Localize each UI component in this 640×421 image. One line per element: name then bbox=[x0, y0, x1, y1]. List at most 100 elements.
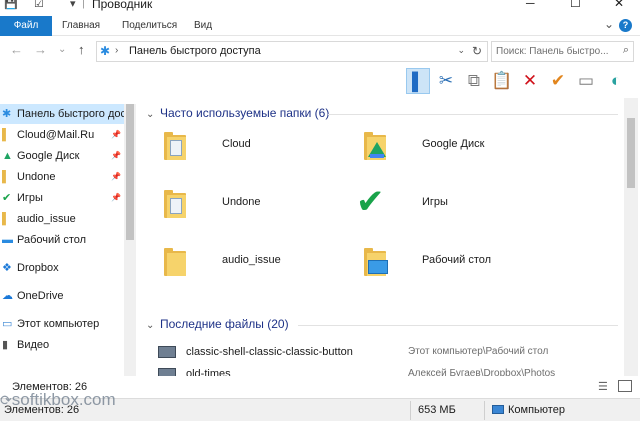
recent-locations-button[interactable]: ⌄ bbox=[58, 44, 66, 55]
maximize-button[interactable]: ☐ bbox=[570, 0, 581, 10]
recent-file-name: classic-shell-classic-classic-button bbox=[186, 346, 353, 358]
layout-pane-button[interactable]: ▌ bbox=[406, 68, 430, 94]
title-bar: 💾 ☑ ▾ | Проводник ─ ☐ ✕ bbox=[0, 0, 640, 14]
nav-item-10[interactable]: ▮ Видео bbox=[0, 335, 124, 355]
nav-item-icon: ▭ bbox=[2, 318, 13, 330]
nav-item-label: Cloud@Mail.Ru bbox=[17, 129, 95, 141]
search-icon[interactable]: ⌕ bbox=[623, 44, 629, 57]
save-icon[interactable]: 💾 bbox=[4, 0, 18, 10]
disk-size: 653 МБ bbox=[418, 404, 456, 416]
breadcrumb-separator[interactable]: › bbox=[115, 45, 118, 56]
frequent-collapse-icon[interactable]: ⌄ bbox=[146, 109, 160, 120]
folder-name: Google Диск bbox=[422, 138, 485, 150]
recent-files-header[interactable]: ⌄ Последние файлы (20) bbox=[146, 317, 289, 331]
folder-name: Undone bbox=[222, 196, 261, 208]
large-icons-view-icon[interactable] bbox=[618, 380, 632, 392]
properties-button[interactable]: ▭ bbox=[574, 68, 598, 94]
folder-name: Cloud bbox=[222, 138, 251, 150]
image-file-icon bbox=[158, 346, 176, 358]
folder-tile[interactable]: ✔ Игры bbox=[356, 183, 556, 242]
nav-item-1[interactable]: ▌ Cloud@Mail.Ru 📌 bbox=[0, 125, 124, 145]
settings-button[interactable]: ◐ bbox=[604, 68, 628, 94]
nav-item-label: OneDrive bbox=[17, 290, 64, 302]
desktop-icon bbox=[368, 260, 388, 274]
content-scroll-thumb[interactable] bbox=[627, 118, 635, 188]
up-button[interactable]: ↑ bbox=[78, 42, 85, 57]
navigation-pane: ✱Панель быстрого доступа▌Cloud@Mail.Ru📌▲… bbox=[0, 104, 124, 376]
folder-tile[interactable]: audio_issue bbox=[156, 244, 356, 300]
recent-files-title: Последние файлы (20) bbox=[160, 317, 289, 331]
navigation-scrollbar[interactable] bbox=[124, 104, 136, 376]
copy-button[interactable]: ⧉ bbox=[462, 68, 486, 94]
quick-access-dropdown-icon[interactable]: ▾ bbox=[70, 0, 76, 10]
properties-check-icon[interactable]: ☑ bbox=[34, 0, 44, 10]
nav-item-icon: ▌ bbox=[2, 129, 10, 141]
document-overlay-icon bbox=[170, 140, 182, 156]
group-divider bbox=[298, 325, 618, 326]
nav-item-icon: ☁ bbox=[2, 290, 13, 302]
recent-file-path: Этот компьютер\Рабочий стол bbox=[408, 346, 549, 357]
folder-icon bbox=[164, 248, 186, 276]
close-button[interactable]: ✕ bbox=[614, 0, 624, 10]
google-drive-icon-base bbox=[370, 154, 384, 158]
ribbon-collapse-icon[interactable]: ⌄ bbox=[604, 17, 614, 31]
pin-icon[interactable]: 📌 bbox=[111, 146, 121, 166]
nav-item-icon: ✔ bbox=[2, 192, 12, 204]
delete-button[interactable]: ✕ bbox=[518, 68, 542, 94]
nav-item-label: Панель быстрого доступа bbox=[17, 108, 124, 120]
select-check-button[interactable]: ✔ bbox=[546, 68, 570, 94]
folder-tile[interactable]: Google Диск bbox=[356, 128, 556, 184]
recent-file-row[interactable]: old-times Алексей Бугаев\Dropbox\Photos bbox=[158, 366, 618, 376]
pin-icon[interactable]: 📌 bbox=[111, 167, 121, 187]
folder-name: audio_issue bbox=[222, 254, 281, 266]
breadcrumb[interactable]: Панель быстрого доступа bbox=[129, 45, 261, 57]
nav-item-5[interactable]: ▌ audio_issue bbox=[0, 209, 124, 229]
recent-collapse-icon[interactable]: ⌄ bbox=[146, 320, 160, 331]
address-bar[interactable]: ✱ › Панель быстрого доступа ⌄ ↻ bbox=[96, 41, 488, 62]
computer-label: Компьютер bbox=[508, 404, 565, 416]
address-row: ← → ⌄ ↑ ✱ › Панель быстрого доступа ⌄ ↻ … bbox=[0, 37, 640, 65]
recent-file-row[interactable]: classic-shell-classic-classic-button Этот… bbox=[158, 344, 618, 362]
details-view-icon[interactable]: ☰ bbox=[598, 380, 608, 393]
refresh-icon[interactable]: ↻ bbox=[472, 44, 482, 58]
forward-button[interactable]: → bbox=[34, 42, 47, 57]
frequent-folders-header[interactable]: ⌄ Часто используемые папки (6) bbox=[146, 106, 329, 120]
pin-icon[interactable]: 📌 bbox=[111, 125, 121, 145]
nav-item-8[interactable]: ☁ OneDrive bbox=[0, 286, 124, 306]
nav-item-9[interactable]: ▭ Этот компьютер bbox=[0, 314, 124, 334]
content-area: ⌄ Часто используемые папки (6) Cloud Googl… bbox=[138, 98, 622, 376]
watermark-icon: ⟳ bbox=[0, 392, 12, 408]
paste-button[interactable]: 📋 bbox=[490, 68, 514, 94]
nav-item-0[interactable]: ✱ Панель быстрого доступа bbox=[0, 104, 124, 124]
tab-home[interactable]: Главная bbox=[62, 17, 100, 35]
nav-item-label: Игры bbox=[17, 192, 43, 204]
nav-item-6[interactable]: ▬ Рабочий стол bbox=[0, 230, 124, 250]
back-button[interactable]: ← bbox=[10, 42, 23, 57]
nav-item-icon: ▲ bbox=[2, 150, 13, 162]
watermark-text: softikbox.com bbox=[11, 390, 116, 409]
folder-tile[interactable]: Cloud bbox=[156, 128, 356, 184]
pin-icon[interactable]: 📌 bbox=[111, 188, 121, 208]
nav-item-label: audio_issue bbox=[17, 213, 76, 225]
folder-name: Рабочий стол bbox=[422, 254, 492, 266]
navigation-scroll-thumb[interactable] bbox=[126, 104, 134, 240]
folder-tile[interactable]: Undone bbox=[156, 186, 356, 242]
nav-item-4[interactable]: ✔ Игры 📌 bbox=[0, 188, 124, 208]
nav-item-icon: ▌ bbox=[2, 171, 10, 183]
nav-item-2[interactable]: ▲ Google Диск 📌 bbox=[0, 146, 124, 166]
nav-item-label: Этот компьютер bbox=[17, 318, 100, 330]
help-icon[interactable]: ? bbox=[619, 19, 632, 32]
nav-item-3[interactable]: ▌ Undone 📌 bbox=[0, 167, 124, 187]
minimize-button[interactable]: ─ bbox=[526, 0, 535, 10]
content-scrollbar[interactable] bbox=[624, 98, 638, 376]
tab-file[interactable]: Файл bbox=[0, 16, 52, 36]
cut-button[interactable]: ✂ bbox=[434, 68, 458, 94]
folder-tile[interactable]: Рабочий стол bbox=[356, 244, 556, 300]
nav-item-7[interactable]: ❖ Dropbox bbox=[0, 258, 124, 278]
nav-item-label: Видео bbox=[17, 339, 50, 351]
tab-share[interactable]: Поделиться bbox=[122, 17, 177, 35]
nav-item-icon: ✱ bbox=[2, 108, 12, 120]
address-dropdown-icon[interactable]: ⌄ bbox=[457, 45, 465, 56]
search-input[interactable] bbox=[496, 44, 614, 59]
tab-view[interactable]: Вид bbox=[194, 17, 212, 35]
